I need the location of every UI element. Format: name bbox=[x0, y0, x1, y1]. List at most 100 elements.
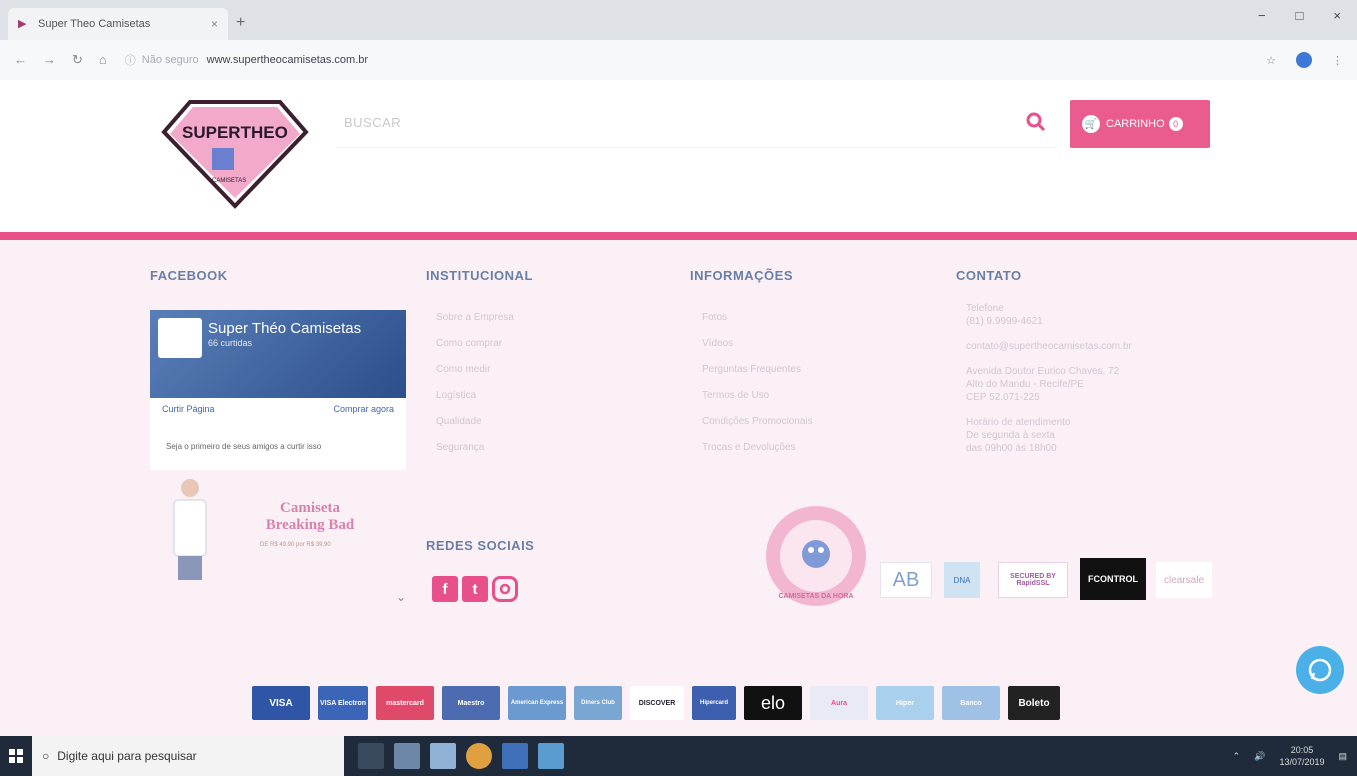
redes-sociais-title: REDES SOCIAIS bbox=[426, 538, 535, 553]
contact-email[interactable]: contato@supertheocamisetas.com.br bbox=[966, 340, 1132, 353]
contact-phone-block: Telefone (81) 9.9999-4621 bbox=[966, 302, 1132, 328]
facebook-friends-note: Seja o primeiro de seus amigos a curtir … bbox=[166, 442, 322, 451]
chevron-down-icon[interactable]: ⌄ bbox=[396, 590, 406, 604]
institucional-link[interactable]: Segurança bbox=[436, 440, 514, 466]
bookmark-star-icon[interactable]: ☆ bbox=[1266, 54, 1276, 67]
facebook-likes: 66 curtidas bbox=[208, 338, 253, 348]
maximize-button[interactable]: □ bbox=[1296, 8, 1304, 23]
logo[interactable]: SUPERTHEO CAMISETAS bbox=[160, 94, 310, 212]
explorer-icon[interactable] bbox=[430, 743, 456, 769]
close-window-button[interactable]: × bbox=[1333, 8, 1341, 23]
promo-banner[interactable]: Camiseta Breaking Bad DE R$ 49,90 por R$… bbox=[150, 470, 406, 610]
payment-methods: VISA VISA Electron mastercard Maestro Am… bbox=[252, 686, 1060, 720]
payment-elo: elo bbox=[744, 686, 802, 720]
facebook-page-name[interactable]: Super Théo Camisetas bbox=[208, 320, 361, 337]
logo-sub: CAMISETAS bbox=[212, 178, 246, 184]
page: SUPERTHEO CAMISETAS 🛒 CARRINHO 0 FACEBOO… bbox=[0, 80, 1357, 736]
informacoes-link[interactable]: Condições Promocionais bbox=[702, 414, 813, 440]
favicon-icon: ▶ bbox=[18, 18, 27, 30]
contact-hours: Horário de atendimento De segunda à sext… bbox=[966, 417, 1071, 454]
taskbar: ○ Digite aqui para pesquisar ⌃ 🔊 20:05 1… bbox=[0, 736, 1357, 776]
photos-icon[interactable] bbox=[394, 743, 420, 769]
address-actions: ☆ ⋮ bbox=[1266, 52, 1343, 68]
home-icon[interactable]: ⌂ bbox=[99, 52, 107, 68]
cart-label: CARRINHO bbox=[1106, 118, 1165, 130]
task-view-icon[interactable] bbox=[358, 743, 384, 769]
notification-icon[interactable]: ▤ bbox=[1338, 751, 1347, 762]
url-text[interactable]: www.supertheocamisetas.com.br bbox=[207, 54, 368, 66]
cortana-icon: ○ bbox=[42, 749, 50, 763]
cart-count-badge: 0 bbox=[1168, 117, 1183, 131]
tab-close-icon[interactable]: × bbox=[211, 17, 218, 31]
search-icon[interactable] bbox=[1026, 112, 1046, 132]
promo-title: Camiseta Breaking Bad bbox=[265, 500, 355, 533]
facebook-buy-button[interactable]: Comprar agora bbox=[333, 404, 394, 418]
menu-icon[interactable]: ⋮ bbox=[1332, 54, 1343, 67]
institucional-link[interactable]: Como comprar bbox=[436, 336, 514, 362]
phone-value[interactable]: (81) 9.9999-4621 bbox=[966, 316, 1043, 327]
instagram-icon[interactable] bbox=[492, 576, 518, 602]
informacoes-link[interactable]: Vídeos bbox=[702, 336, 813, 362]
windows-icon bbox=[9, 749, 23, 763]
informacoes-link[interactable]: Trocas e Devoluções bbox=[702, 440, 813, 466]
taskbar-search[interactable]: ○ Digite aqui para pesquisar bbox=[32, 736, 344, 776]
payment-banco: Banco bbox=[942, 686, 1000, 720]
security-logo-rapidssl: SECURED BY RapidSSL bbox=[998, 562, 1068, 598]
payment-hipercard: Hipercard bbox=[692, 686, 736, 720]
security-logo-ab: AB bbox=[880, 562, 932, 598]
payment-visa: VISA bbox=[252, 686, 310, 720]
facebook-cover[interactable]: Super Théo Camisetas 66 curtidas bbox=[150, 310, 406, 398]
institucional-link[interactable]: Qualidade bbox=[436, 414, 514, 440]
forward-icon[interactable]: → bbox=[43, 52, 56, 68]
cart-button[interactable]: 🛒 CARRINHO 0 bbox=[1070, 100, 1210, 148]
payment-hiper: Hiper bbox=[876, 686, 934, 720]
word-icon[interactable] bbox=[502, 743, 528, 769]
new-tab-button[interactable]: + bbox=[236, 14, 245, 32]
institucional-link[interactable]: Sobre a Empresa bbox=[436, 310, 514, 336]
institucional-links: Sobre a Empresa Como comprar Como medir … bbox=[436, 310, 514, 466]
payment-amex: American Express bbox=[508, 686, 566, 720]
info-icon[interactable]: ⓘ bbox=[125, 52, 136, 68]
app-icon[interactable] bbox=[538, 743, 564, 769]
security-logo-fcontrol: FCONTROL bbox=[1080, 558, 1146, 600]
promo-person-image bbox=[173, 479, 207, 580]
window-controls: − □ × bbox=[1258, 8, 1357, 23]
institucional-link[interactable]: Logística bbox=[436, 388, 514, 414]
facebook-title: FACEBOOK bbox=[150, 268, 228, 283]
payment-aura: Aura bbox=[810, 686, 868, 720]
payment-visa-electron: VISA Electron bbox=[318, 686, 368, 720]
cart-icon: 🛒 bbox=[1082, 115, 1100, 133]
search-input[interactable] bbox=[336, 102, 986, 142]
facebook-like-button[interactable]: Curtir Página bbox=[162, 404, 215, 418]
system-tray: ⌃ 🔊 20:05 13/07/2019 ▤ bbox=[1233, 744, 1357, 768]
minimize-button[interactable]: − bbox=[1258, 8, 1266, 23]
social-icons: f t bbox=[432, 576, 518, 602]
profile-avatar[interactable] bbox=[1296, 52, 1312, 68]
informacoes-link[interactable]: Termos de Uso bbox=[702, 388, 813, 414]
payment-diners: Diners Club bbox=[574, 686, 622, 720]
institucional-title: INSTITUCIONAL bbox=[426, 268, 533, 283]
facebook-icon[interactable]: f bbox=[432, 576, 458, 602]
payment-discover: DISCOVER bbox=[630, 686, 684, 720]
institucional-link[interactable]: Como medir bbox=[436, 362, 514, 388]
taskbar-apps bbox=[358, 743, 564, 769]
contact-info: Telefone (81) 9.9999-4621 contato@supert… bbox=[966, 302, 1132, 467]
tray-arrow-icon[interactable]: ⌃ bbox=[1233, 751, 1241, 762]
whatsapp-button[interactable] bbox=[1296, 646, 1344, 694]
clock[interactable]: 20:05 13/07/2019 bbox=[1279, 744, 1324, 768]
informacoes-link[interactable]: Perguntas Frequentes bbox=[702, 362, 813, 388]
twitter-icon[interactable]: t bbox=[462, 576, 488, 602]
franchise-seal: CAMISETAS DA HORA bbox=[766, 506, 866, 606]
payment-mastercard: mastercard bbox=[376, 686, 434, 720]
volume-icon[interactable]: 🔊 bbox=[1254, 751, 1265, 762]
back-icon[interactable]: ← bbox=[14, 52, 27, 68]
reload-icon[interactable]: ↻ bbox=[72, 52, 83, 68]
informacoes-link[interactable]: Fotos bbox=[702, 310, 813, 336]
svg-text:CAMISETAS DA HORA: CAMISETAS DA HORA bbox=[778, 593, 853, 600]
windows-start-button[interactable] bbox=[0, 736, 32, 776]
footer: FACEBOOK INSTITUCIONAL INFORMAÇÕES CONTA… bbox=[0, 240, 1357, 736]
chrome-icon[interactable] bbox=[466, 743, 492, 769]
nav-buttons: ← → ↻ ⌂ bbox=[14, 52, 107, 68]
browser-tab[interactable]: ▶ Super Theo Camisetas × bbox=[8, 8, 228, 40]
facebook-avatar bbox=[158, 318, 202, 358]
